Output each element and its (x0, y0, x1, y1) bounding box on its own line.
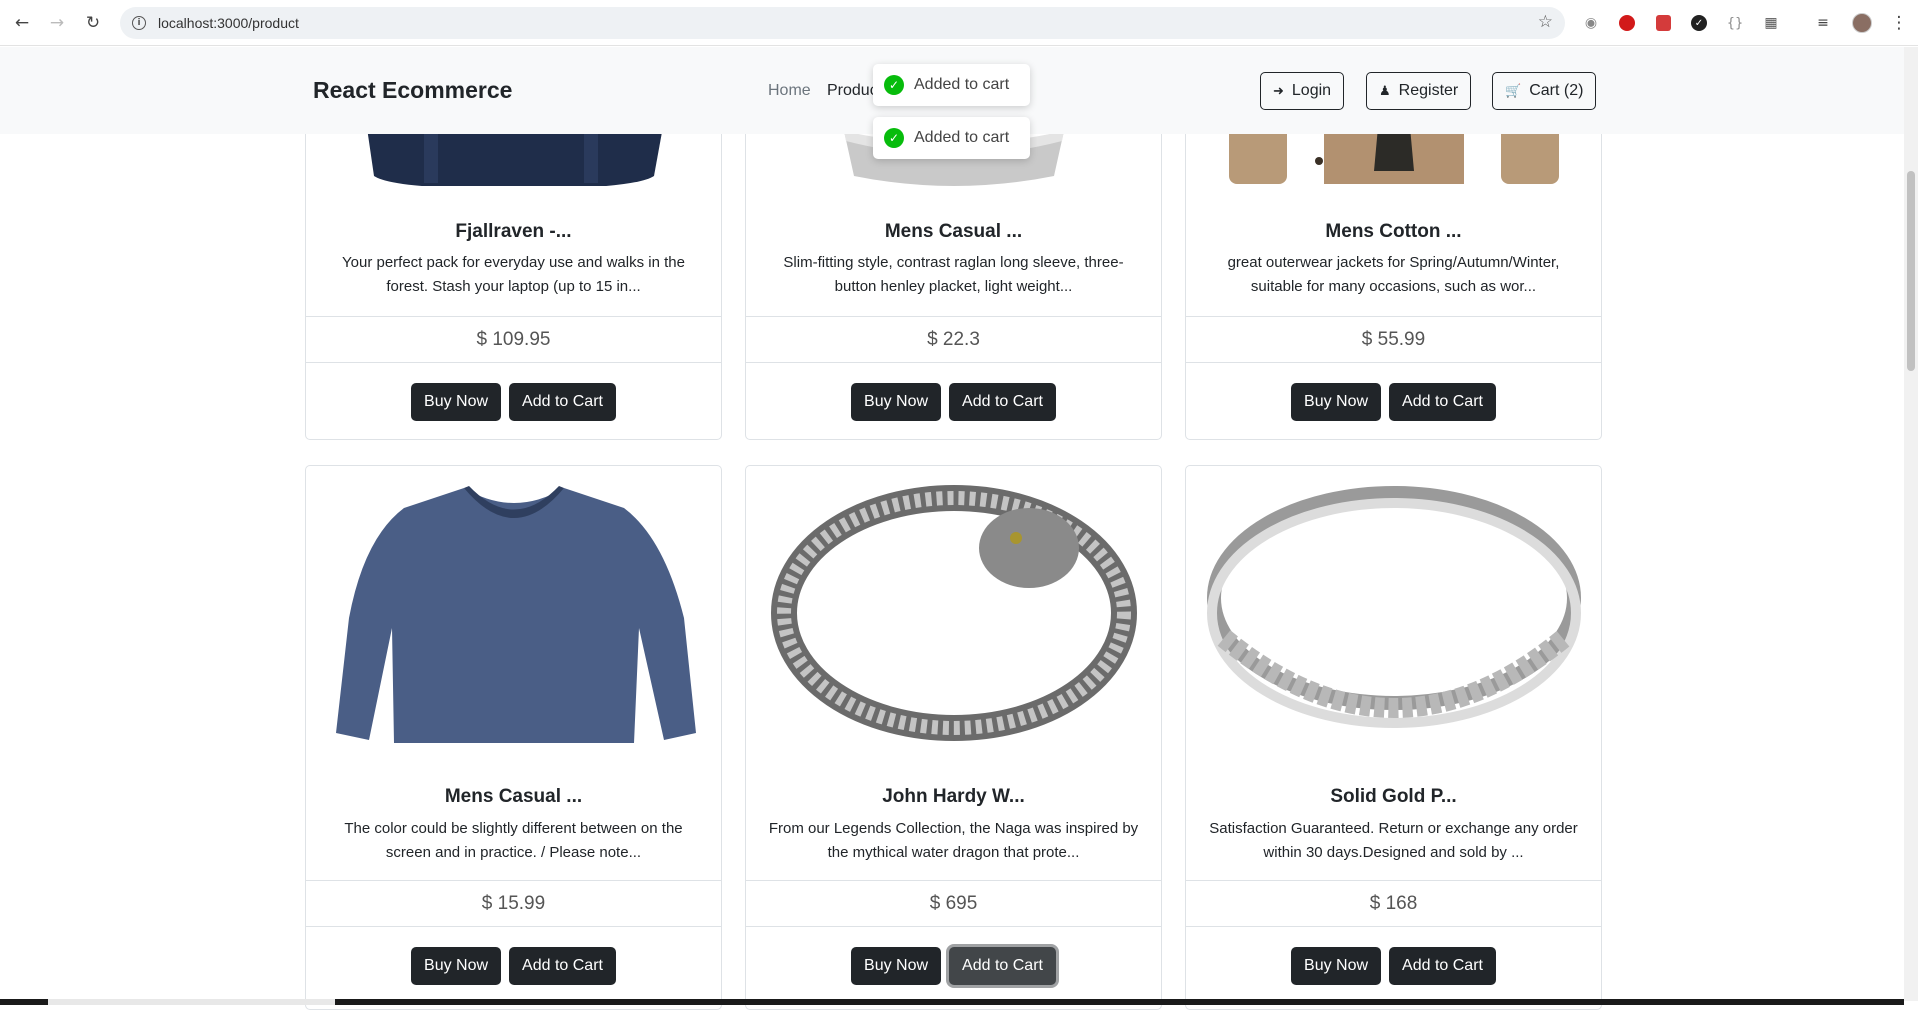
bookmark-star-icon[interactable]: ☆ (1538, 12, 1553, 32)
product-title: Mens Casual ... (444, 786, 583, 807)
sign-in-icon: ➜ (1273, 83, 1284, 98)
media-queue-icon[interactable]: ≡ (1812, 12, 1834, 34)
register-label: Register (1398, 82, 1459, 99)
cart-label: Cart (2) (1529, 82, 1584, 99)
shopping-cart-icon: 🛒 (1505, 83, 1522, 98)
product-title: Mens Cotton ... (1325, 221, 1462, 242)
address-bar[interactable]: i localhost:3000/product ☆ (120, 7, 1565, 39)
product-title: John Hardy W... (882, 786, 1025, 807)
browser-menu-icon[interactable]: ⋮ (1888, 12, 1910, 34)
login-button[interactable]: ➜ Login (1260, 72, 1345, 110)
nav-link-home[interactable]: Home (768, 82, 811, 100)
add-to-cart-button[interactable]: Add to Cart (949, 947, 1056, 985)
success-check-icon: ✓ (884, 128, 904, 148)
product-actions: Buy Now Add to Cart (306, 927, 721, 1005)
product-price: $ 55.99 (1186, 316, 1601, 363)
json-braces-icon[interactable]: {} (1724, 12, 1746, 34)
add-to-cart-button[interactable]: Add to Cart (509, 947, 616, 985)
url-text: localhost:3000/product (158, 15, 299, 31)
toast-notification[interactable]: ✓ Added to cart (873, 64, 1030, 106)
user-plus-icon: ♟ (1379, 83, 1391, 98)
product-actions: Buy Now Add to Cart (306, 363, 721, 439)
product-price: $ 109.95 (306, 316, 721, 363)
browser-toolbar: ← → ↻ i localhost:3000/product ☆ ◉ ✓ {} … (0, 0, 1918, 46)
buy-now-button[interactable]: Buy Now (1291, 947, 1382, 985)
extension-red-icon[interactable] (1616, 12, 1638, 34)
buy-now-button[interactable]: Buy Now (411, 383, 502, 421)
buy-now-button[interactable]: Buy Now (411, 947, 502, 985)
toast-notification[interactable]: ✓ Added to cart (873, 117, 1030, 159)
product-title: Mens Casual ... (884, 221, 1023, 242)
product-title: Fjallraven -... (455, 221, 572, 242)
scrollbar-thumb[interactable] (48, 999, 335, 1005)
product-actions: Buy Now Add to Cart (1186, 927, 1601, 1005)
product-actions: Buy Now Add to Cart (746, 363, 1161, 439)
register-button[interactable]: ♟ Register (1366, 72, 1472, 110)
reload-icon[interactable]: ↻ (81, 11, 105, 35)
product-description: great outerwear jackets for Spring/Autum… (1227, 254, 1560, 295)
success-check-icon: ✓ (884, 75, 904, 95)
product-price: $ 15.99 (306, 880, 721, 927)
product-price: $ 695 (746, 880, 1161, 927)
login-label: Login (1291, 82, 1332, 99)
product-description: From our Legends Collection, the Naga wa… (768, 820, 1139, 861)
add-to-cart-button[interactable]: Add to Cart (1389, 383, 1496, 421)
profile-avatar[interactable] (1851, 12, 1873, 34)
product-description: Satisfaction Guaranteed. Return or excha… (1209, 820, 1578, 861)
buy-now-button[interactable]: Buy Now (1291, 383, 1382, 421)
product-image (1186, 478, 1601, 748)
buy-now-button[interactable]: Buy Now (851, 383, 942, 421)
product-image (306, 478, 721, 748)
add-to-cart-button[interactable]: Add to Cart (949, 383, 1056, 421)
scrollbar-thumb[interactable] (1907, 171, 1915, 371)
product-actions: Buy Now Add to Cart (746, 927, 1161, 1005)
product-card: Mens Casual ... The color could be sligh… (305, 465, 722, 1010)
product-title: Solid Gold P... (1330, 786, 1457, 807)
product-description: Slim-fitting style, contrast raglan long… (783, 254, 1124, 295)
extension-shield-icon[interactable] (1652, 12, 1674, 34)
site-info-icon[interactable]: i (132, 16, 146, 30)
add-to-cart-button[interactable]: Add to Cart (1389, 947, 1496, 985)
extension-check-icon[interactable]: ✓ (1688, 12, 1710, 34)
buy-now-button[interactable]: Buy Now (851, 947, 942, 985)
product-card: Solid Gold P... Satisfaction Guaranteed.… (1185, 465, 1602, 1010)
nav-link-products[interactable]: Produc (827, 82, 878, 100)
product-image (746, 478, 1161, 748)
vertical-scrollbar[interactable] (1904, 47, 1918, 1001)
extensions-puzzle-icon[interactable]: ▦ (1760, 12, 1782, 34)
product-price: $ 168 (1186, 880, 1601, 927)
add-to-cart-button[interactable]: Add to Cart (509, 383, 616, 421)
product-price: $ 22.3 (746, 316, 1161, 363)
product-card: John Hardy W... From our Legends Collect… (745, 465, 1162, 1010)
product-description: The color could be slightly different be… (344, 820, 683, 861)
cart-button[interactable]: 🛒 Cart (2) (1492, 72, 1597, 110)
brand-logo[interactable]: React Ecommerce (313, 77, 512, 104)
forward-icon[interactable]: → (45, 11, 69, 35)
back-icon[interactable]: ← (10, 11, 34, 35)
product-actions: Buy Now Add to Cart (1186, 363, 1601, 439)
horizontal-scrollbar[interactable] (0, 999, 1904, 1005)
camera-icon[interactable]: ◉ (1580, 12, 1602, 34)
toast-message: Added to cart (914, 76, 1010, 93)
product-description: Your perfect pack for everyday use and w… (342, 254, 685, 295)
toast-message: Added to cart (914, 129, 1010, 146)
